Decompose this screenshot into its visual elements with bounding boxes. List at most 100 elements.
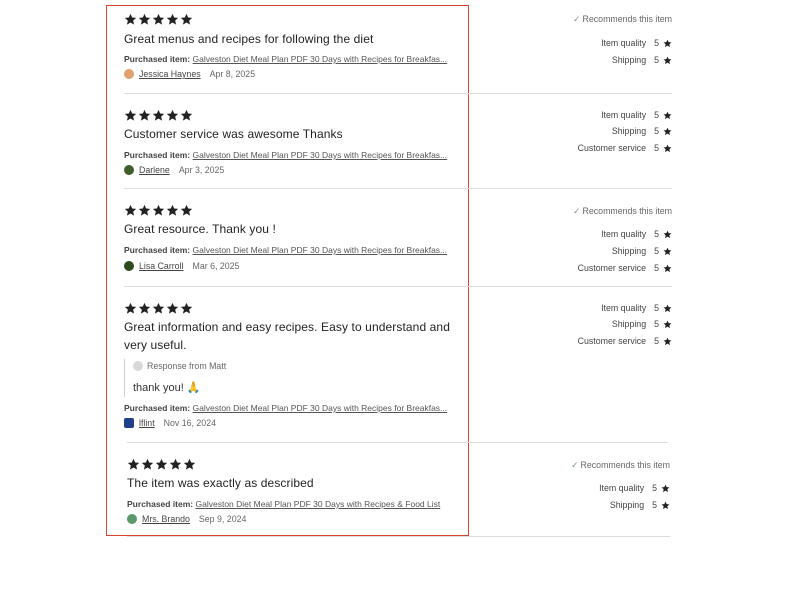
star-icon [166, 13, 179, 26]
rating-item-quality: Item quality 5 [601, 38, 672, 48]
review-4: Great information and easy recipes. Easy… [124, 301, 672, 441]
purchased-label: Purchased item: [124, 150, 191, 160]
purchased-label: Purchased item: [124, 245, 191, 255]
author-link[interactable]: lflint [139, 418, 155, 428]
check-icon: ✓ [572, 14, 581, 24]
recommends-badge: ✓ Recommends this item [572, 206, 672, 216]
rating-customer-service: Customer service 5 [578, 263, 672, 273]
star-rating [124, 204, 193, 217]
author-row: Lisa Carroll Mar 6, 2025 [124, 261, 239, 271]
review-3: Great resource. Thank you ! Purchased it… [124, 203, 672, 287]
star-icon [138, 109, 151, 122]
rating-item-quality: Item quality 5 [601, 110, 672, 120]
star-icon [166, 204, 179, 217]
recommends-badge: ✓ Recommends this item [570, 460, 670, 470]
review-date: Sep 9, 2024 [198, 514, 247, 524]
star-icon [663, 56, 672, 65]
star-icon [663, 304, 672, 313]
star-icon [166, 302, 179, 315]
seller-response: Response from Matt thank you! 🙏 [124, 359, 454, 397]
author-link[interactable]: Darlene [139, 165, 170, 175]
review-divider [127, 442, 668, 443]
star-icon [663, 264, 672, 273]
author-row: Jessica Haynes Apr 8, 2025 [124, 69, 255, 79]
star-icon [183, 458, 196, 471]
star-icon [124, 13, 137, 26]
rating-shipping: Shipping 5 [612, 319, 672, 329]
star-icon [138, 302, 151, 315]
author-link[interactable]: Jessica Haynes [139, 69, 201, 79]
purchased-item-link[interactable]: Galveston Diet Meal Plan PDF 30 Days wit… [196, 499, 441, 509]
check-icon: ✓ [570, 460, 579, 470]
rating-item-quality: Item quality 5 [599, 483, 670, 493]
author-row: Mrs. Brando Sep 9, 2024 [127, 514, 246, 524]
review-text: Customer service was awesome Thanks [124, 127, 343, 141]
star-icon [152, 109, 165, 122]
purchased-item-link[interactable]: Galveston Diet Meal Plan PDF 30 Days wit… [193, 54, 448, 64]
purchased-item-link[interactable]: Galveston Diet Meal Plan PDF 30 Days wit… [193, 245, 448, 255]
review-2: Customer service was awesome Thanks Purc… [124, 108, 672, 189]
response-from: Response from Matt [147, 361, 227, 371]
rating-shipping: Shipping 5 [612, 126, 672, 136]
star-icon [663, 144, 672, 153]
review-text: Great menus and recipes for following th… [124, 32, 374, 46]
star-icon [124, 302, 137, 315]
author-link[interactable]: Mrs. Brando [142, 514, 190, 524]
author-link[interactable]: Lisa Carroll [139, 261, 184, 271]
star-icon [166, 109, 179, 122]
review-date: Apr 8, 2025 [209, 69, 256, 79]
rating-shipping: Shipping 5 [612, 55, 672, 65]
review-date: Mar 6, 2025 [192, 261, 240, 271]
purchased-item: Purchased item: Galveston Diet Meal Plan… [124, 403, 462, 413]
avatar[interactable] [124, 165, 134, 175]
star-icon [124, 204, 137, 217]
star-icon [661, 501, 670, 510]
review-5: The item was exactly as described Purcha… [127, 457, 670, 537]
purchased-label: Purchased item: [127, 499, 194, 509]
rating-shipping: Shipping 5 [612, 246, 672, 256]
star-icon [180, 302, 193, 315]
check-icon: ✓ [572, 206, 581, 216]
star-icon [155, 458, 168, 471]
purchased-item: Purchased item: Galveston Diet Meal Plan… [124, 245, 462, 255]
seller-avatar [133, 361, 143, 371]
rating-item-quality: Item quality 5 [601, 229, 672, 239]
purchased-item: Purchased item: Galveston Diet Meal Plan… [124, 54, 462, 64]
star-icon [124, 109, 137, 122]
star-rating [127, 458, 196, 471]
purchased-item-link[interactable]: Galveston Diet Meal Plan PDF 30 Days wit… [193, 403, 448, 413]
rating-item-quality: Item quality 5 [601, 303, 672, 313]
response-header: Response from Matt [133, 361, 454, 371]
rating-shipping: Shipping 5 [610, 500, 670, 510]
response-text: thank you! 🙏 [133, 382, 201, 394]
star-icon [169, 458, 182, 471]
star-icon [663, 39, 672, 48]
rating-customer-service: Customer service 5 [578, 143, 672, 153]
avatar[interactable] [124, 261, 134, 271]
star-rating [124, 13, 193, 26]
star-icon [663, 320, 672, 329]
review-text: The item was exactly as described [127, 476, 314, 490]
star-icon [152, 302, 165, 315]
purchased-label: Purchased item: [124, 403, 191, 413]
star-icon [180, 109, 193, 122]
purchased-item-link[interactable]: Galveston Diet Meal Plan PDF 30 Days wit… [193, 150, 448, 160]
star-icon [663, 127, 672, 136]
author-row: lflint Nov 16, 2024 [124, 418, 216, 428]
review-1: Great menus and recipes for following th… [124, 12, 672, 94]
author-row: Darlene Apr 3, 2025 [124, 165, 224, 175]
review-text: Great information and easy recipes. Easy… [124, 320, 450, 352]
review-date: Nov 16, 2024 [163, 418, 216, 428]
star-icon [661, 484, 670, 493]
avatar[interactable] [127, 514, 137, 524]
recommends-badge: ✓ Recommends this item [572, 14, 672, 24]
star-icon [663, 247, 672, 256]
avatar[interactable] [124, 69, 134, 79]
avatar[interactable] [124, 418, 134, 428]
star-icon [127, 458, 140, 471]
review-date: Apr 3, 2025 [178, 165, 225, 175]
star-rating [124, 302, 193, 315]
purchased-item: Purchased item: Galveston Diet Meal Plan… [124, 150, 462, 160]
star-icon [663, 230, 672, 239]
star-icon [152, 204, 165, 217]
